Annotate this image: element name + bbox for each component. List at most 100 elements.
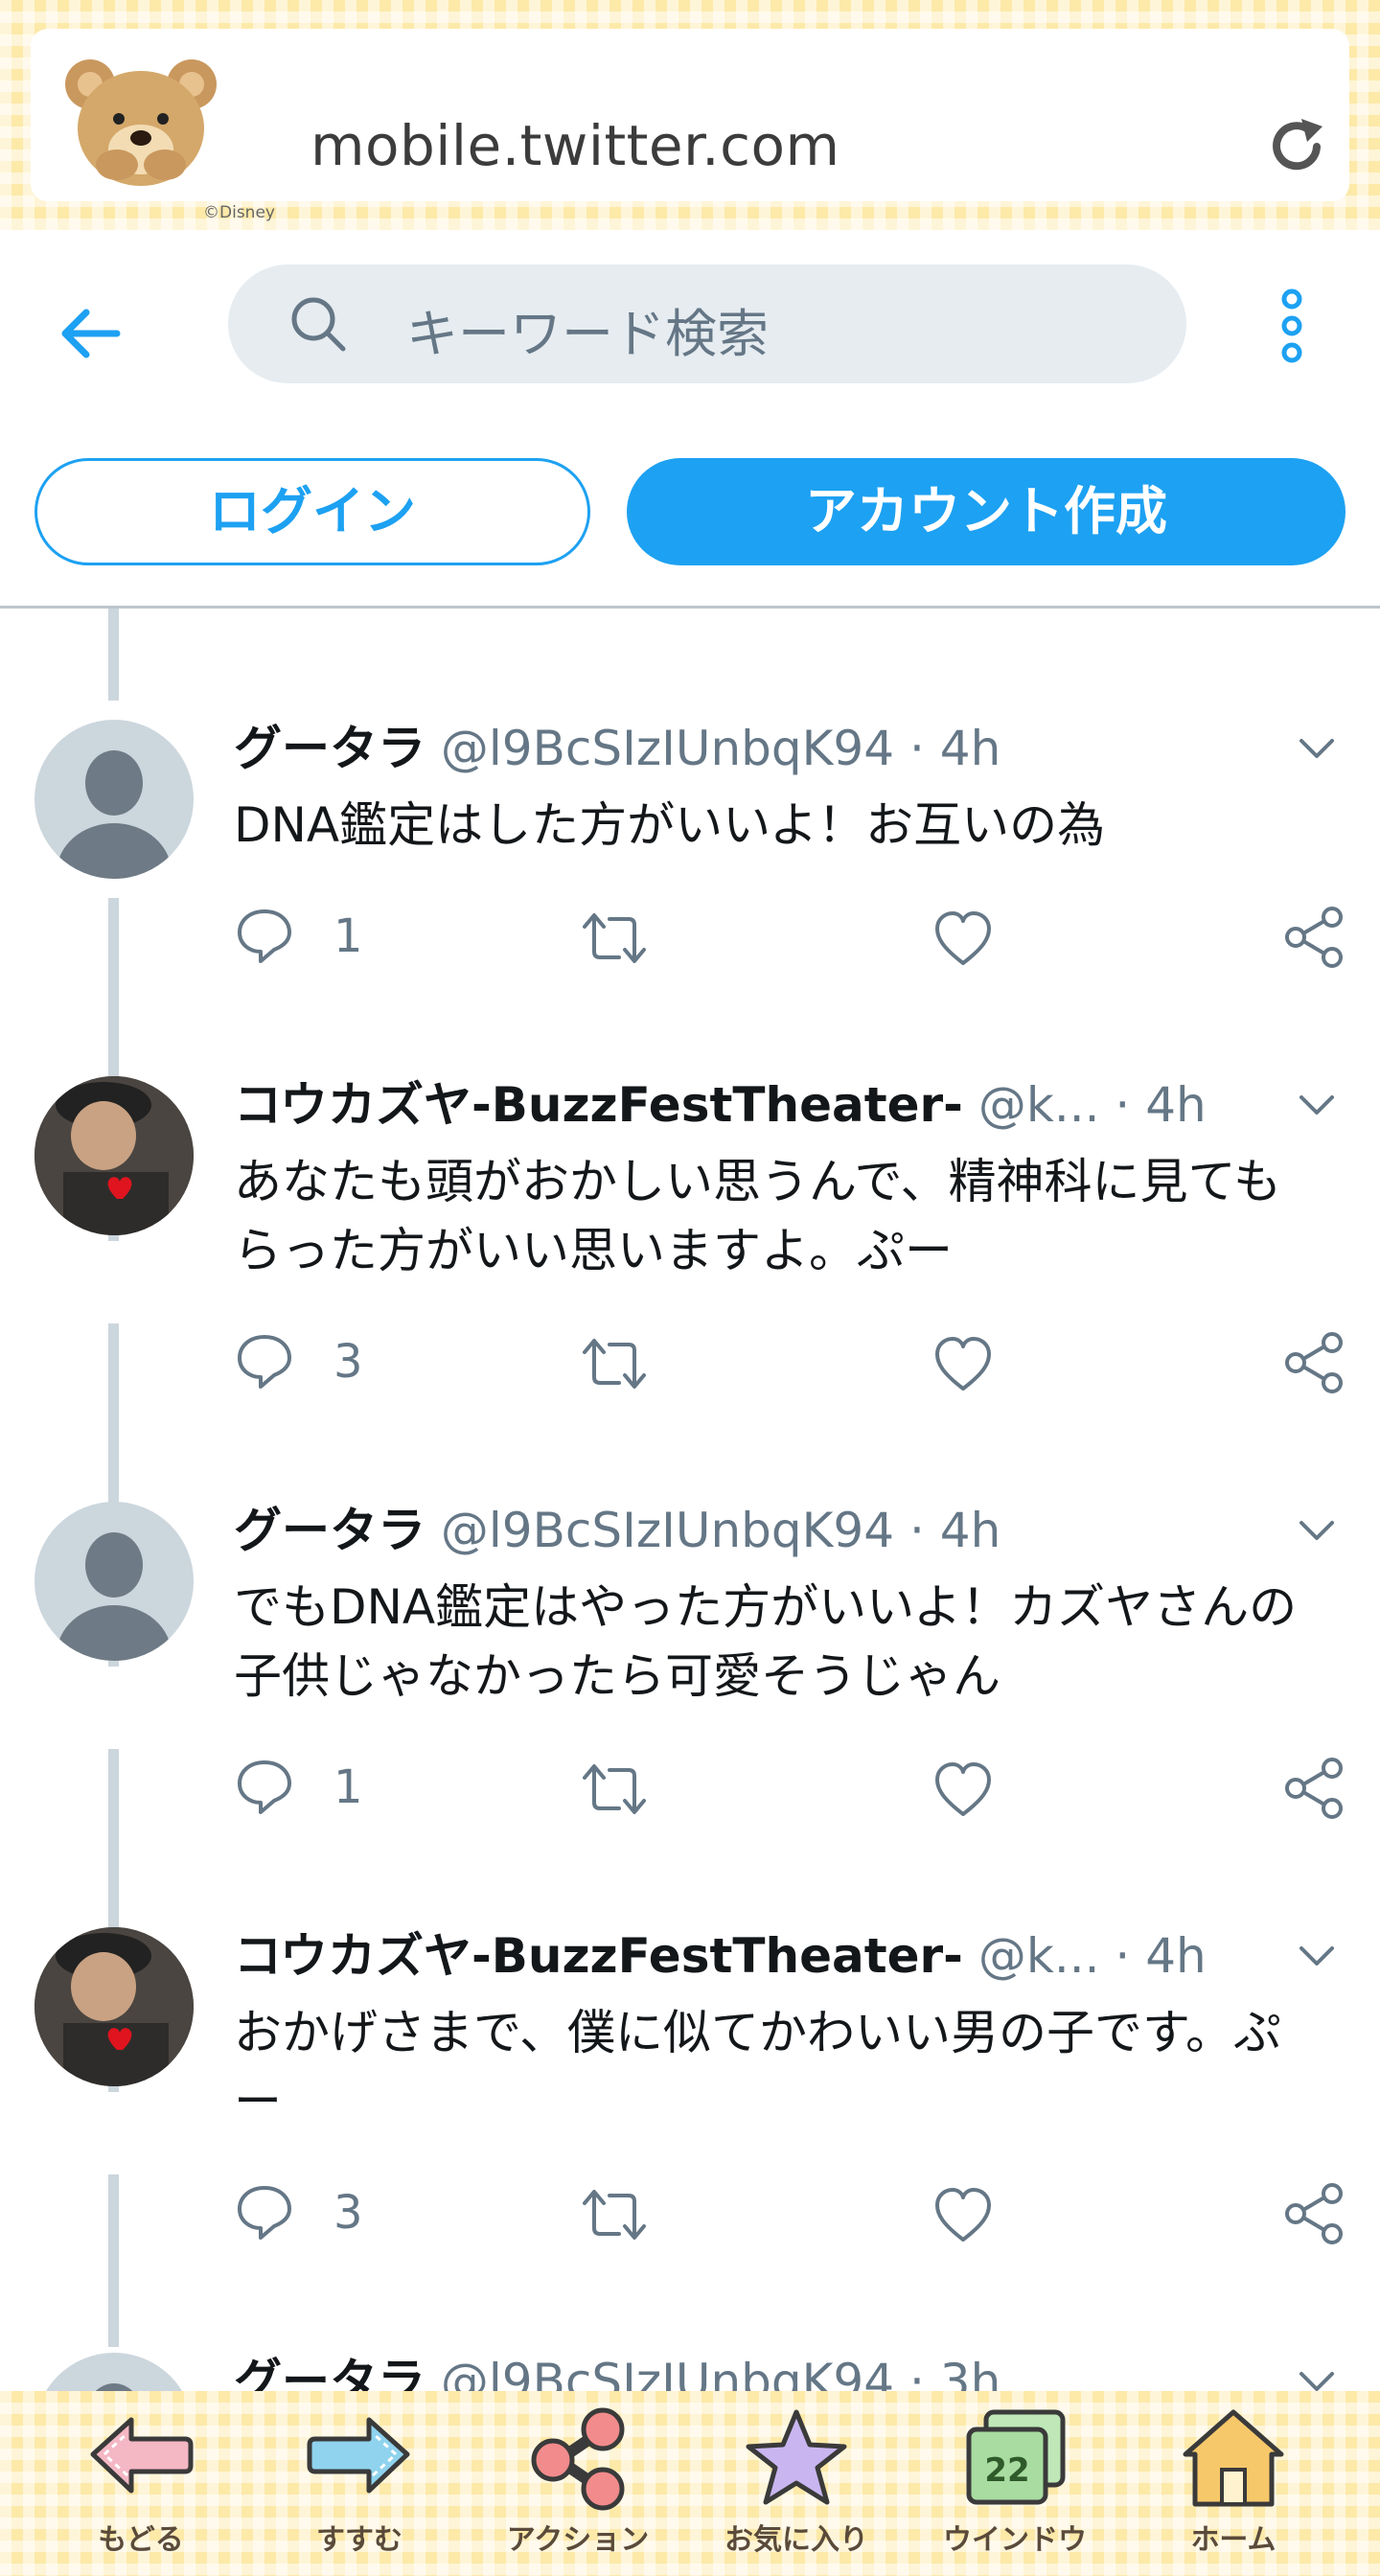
avatar[interactable]	[34, 720, 194, 879]
search-input[interactable]: キーワード検索	[228, 264, 1186, 383]
tweet[interactable]: グータラ @l9BcSIzIUnbqK94 · 4h でもDNA鑑定はやった方が…	[0, 1391, 1380, 1819]
display-name[interactable]: グータラ	[234, 1503, 426, 1558]
reply-icon[interactable]	[234, 1757, 295, 1818]
back-button[interactable]: もどる	[59, 2406, 222, 2569]
back-arrow-icon	[90, 2417, 194, 2494]
back-arrow-icon[interactable]	[56, 299, 125, 368]
chevron-down-icon[interactable]	[1296, 733, 1338, 764]
window-icon: 22	[966, 2409, 1066, 2505]
disney-copyright: ©Disney	[203, 203, 275, 222]
reply-icon[interactable]	[234, 2182, 295, 2243]
default-avatar-icon	[57, 750, 172, 879]
tweet[interactable]: コウカズヤ-BuzzFestTheater- @k... · 4h あなたも頭が…	[0, 965, 1380, 1393]
star-icon	[746, 2409, 847, 2505]
avatar[interactable]	[34, 2353, 194, 2391]
tweet-time[interactable]: 3h	[940, 2354, 1001, 2391]
chevron-down-icon[interactable]	[1296, 1090, 1338, 1120]
bear-mascot-icon	[65, 59, 217, 186]
reply-icon[interactable]	[234, 906, 295, 967]
forward-label: すすむ	[316, 2523, 402, 2557]
like-icon[interactable]	[933, 1760, 993, 1818]
window-button[interactable]: 22 ウインドウ	[933, 2406, 1096, 2569]
timeline[interactable]: グータラ @l9BcSIzIUnbqK94 · 4h DNA鑑定はした方がいいよ…	[0, 609, 1380, 2391]
tweet[interactable]: グータラ @l9BcSIzIUnbqK94 · 3h	[0, 2242, 1380, 2391]
forward-button[interactable]: すすむ	[278, 2406, 441, 2569]
display-name[interactable]: グータラ	[234, 2354, 426, 2391]
tweet-actions: 3	[234, 1331, 1355, 1398]
separator-dot: ·	[908, 2354, 925, 2391]
chevron-down-icon[interactable]	[1296, 1941, 1338, 1971]
chevron-down-icon[interactable]	[1296, 2366, 1338, 2391]
separator-dot: ·	[1115, 1928, 1131, 1984]
twitter-header: キーワード検索 ログイン アカウント作成	[0, 230, 1380, 609]
reply-count: 3	[334, 1335, 363, 1389]
browser-bar: ©Disney mobile.twitter.com	[0, 0, 1380, 230]
tweet-text: でもDNA鑑定はやった方がいいよ！カズヤさんの子供じゃなかったら可愛そうじゃん	[234, 1579, 1298, 1704]
tweet-time[interactable]: 4h	[940, 721, 1001, 776]
reload-icon[interactable]	[1263, 113, 1330, 180]
action-button[interactable]: アクション	[496, 2406, 659, 2569]
share-action-icon	[531, 2407, 625, 2511]
signup-button[interactable]: アカウント作成	[627, 458, 1346, 565]
user-handle[interactable]: @k...	[978, 1077, 1100, 1133]
default-avatar-icon	[57, 1532, 172, 1661]
like-icon[interactable]	[933, 2186, 993, 2243]
reply-icon[interactable]	[234, 1331, 295, 1392]
user-handle[interactable]: @l9BcSIzIUnbqK94	[441, 2354, 894, 2391]
share-icon[interactable]	[1282, 1757, 1346, 1820]
avatar[interactable]	[34, 1502, 194, 1661]
url-card[interactable]: ©Disney mobile.twitter.com	[31, 29, 1349, 222]
user-handle[interactable]: @k...	[978, 1928, 1100, 1984]
share-icon[interactable]	[1282, 1331, 1346, 1394]
retweet-icon[interactable]	[581, 909, 648, 967]
tweet-actions: 3	[234, 2182, 1355, 2249]
more-icon[interactable]	[1273, 288, 1311, 364]
separator-dot: ·	[908, 721, 925, 776]
display-name[interactable]: コウカズヤ-BuzzFestTheater-	[234, 1928, 963, 1984]
avatar[interactable]	[34, 1927, 194, 2086]
user-handle[interactable]: @l9BcSIzIUnbqK94	[441, 1503, 894, 1558]
chevron-down-icon[interactable]	[1296, 1515, 1338, 1546]
login-button[interactable]: ログイン	[34, 458, 590, 565]
reply-count: 1	[334, 1760, 363, 1814]
retweet-icon[interactable]	[581, 1760, 648, 1818]
tweet-header: グータラ @l9BcSIzIUnbqK94 · 4h	[234, 1494, 1269, 1567]
avatar[interactable]	[34, 1076, 194, 1235]
tweet-text: あなたも頭がおかしい思うんで、精神科に見てもらった方がいい思いますよ。ぷー	[234, 1154, 1281, 1278]
default-avatar-icon	[95, 2383, 133, 2391]
tweet-header: コウカズヤ-BuzzFestTheater- @k... · 4h	[234, 1920, 1269, 1992]
share-icon[interactable]	[1282, 906, 1346, 969]
share-icon[interactable]	[1282, 2182, 1346, 2245]
forward-arrow-icon	[307, 2417, 410, 2494]
like-icon[interactable]	[933, 909, 993, 967]
tweet[interactable]: コウカズヤ-BuzzFestTheater- @k... · 4h おかげさまで…	[0, 1816, 1380, 2244]
home-label: ホーム	[1190, 2523, 1276, 2557]
tweet-time[interactable]: 4h	[940, 1503, 1001, 1558]
tweet-header: グータラ @l9BcSIzIUnbqK94 · 3h	[234, 2345, 1269, 2391]
url-text[interactable]: mobile.twitter.com	[310, 113, 840, 178]
display-name[interactable]: グータラ	[234, 721, 426, 776]
home-button[interactable]: ホーム	[1152, 2406, 1315, 2569]
display-name[interactable]: コウカズヤ-BuzzFestTheater-	[234, 1077, 963, 1133]
separator-dot: ·	[908, 1503, 925, 1558]
separator-dot: ·	[1115, 1077, 1131, 1133]
search-icon	[291, 297, 346, 352]
search-placeholder: キーワード検索	[406, 304, 769, 364]
window-count: 22	[984, 2451, 1029, 2490]
photo-avatar-icon	[34, 1927, 194, 2086]
tweet-actions: 1	[234, 1757, 1355, 1824]
back-label: もどる	[98, 2523, 184, 2557]
action-label: アクション	[506, 2523, 650, 2557]
user-handle[interactable]: @l9BcSIzIUnbqK94	[441, 721, 894, 776]
tweet-text: おかげさまで、僕に似てかわいい男の子です。ぷー	[234, 2005, 1281, 2129]
favorites-label: お気に入り	[724, 2523, 868, 2557]
like-icon[interactable]	[933, 1335, 993, 1392]
photo-avatar-icon	[34, 1076, 194, 1235]
tweet-time[interactable]: 4h	[1145, 1928, 1207, 1984]
favorites-button[interactable]: お気に入り	[715, 2406, 878, 2569]
retweet-icon[interactable]	[581, 1335, 648, 1392]
home-icon	[1183, 2409, 1284, 2507]
reply-count: 1	[334, 909, 363, 963]
tweet-time[interactable]: 4h	[1145, 1077, 1207, 1133]
retweet-icon[interactable]	[581, 2186, 648, 2243]
